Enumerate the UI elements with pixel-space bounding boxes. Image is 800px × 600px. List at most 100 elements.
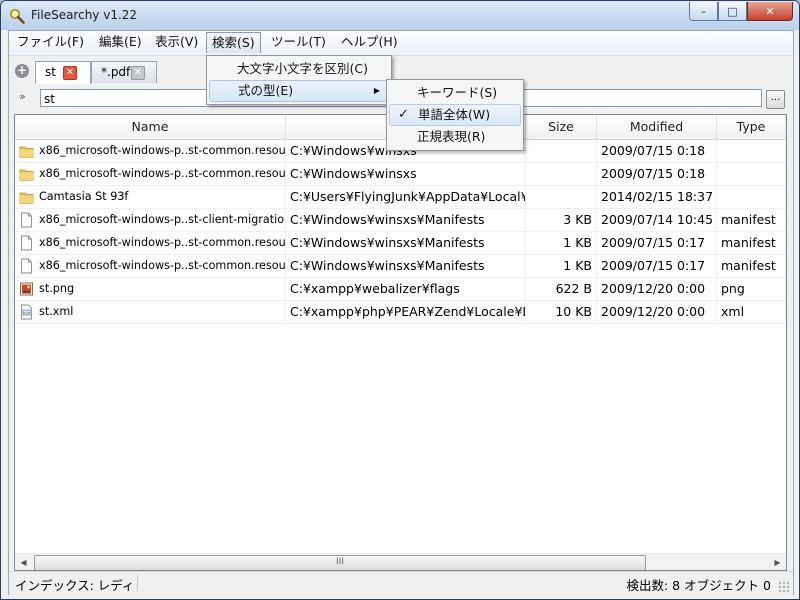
menu-search[interactable]: 検索(S) — [206, 32, 261, 53]
scroll-right-icon[interactable]: ▶ — [769, 554, 786, 570]
file-path-cell: C:¥Windows¥winsxs¥Manifests — [286, 255, 526, 277]
file-modified-cell: 2009/12/20 0:00 — [597, 278, 717, 300]
status-divider — [137, 575, 138, 591]
file-modified-cell: 2009/07/15 0:17 — [597, 232, 717, 254]
file-modified-cell: 2009/07/15 0:18 — [597, 140, 717, 162]
file-size-cell: 1 KB — [526, 255, 597, 277]
menu-item-label: 式の型(E) — [238, 83, 294, 98]
tab-label: st — [45, 65, 56, 79]
menu-file[interactable]: ファイル(F) — [12, 33, 89, 51]
file-type-cell: manifest — [717, 232, 786, 254]
file-path-cell: C:¥xampp¥php¥PEAR¥Zend¥Locale¥Data — [286, 301, 526, 323]
file-modified-cell: 2009/07/14 10:45 — [597, 209, 717, 231]
file-name: x86_microsoft-windows-p..st-client-migra… — [39, 213, 285, 226]
window-title: FileSearchy v1.22 — [31, 8, 138, 22]
minimize-button[interactable]: – — [689, 2, 718, 21]
column-header-type[interactable]: Type — [717, 115, 786, 139]
file-size-cell — [526, 186, 597, 208]
index-status: インデックス: レディ — [15, 578, 135, 593]
menu-bar: ファイル(F) 編集(E) 表示(V) 検索(S) ツール(T) ヘルプ(H) — [9, 31, 793, 56]
file-icon — [21, 235, 32, 251]
file-path-cell: C:¥xampp¥webalizer¥flags — [286, 278, 526, 300]
column-header-size[interactable]: Size — [526, 115, 597, 139]
magnifier-icon — [10, 9, 25, 24]
column-header-modified[interactable]: Modified — [597, 115, 717, 139]
tab-close-icon[interactable]: ✕ — [63, 66, 77, 80]
menu-item-expression-type[interactable]: 式の型(E) ▶ — [209, 80, 389, 102]
file-modified-cell: 2014/02/15 18:37 — [597, 186, 717, 208]
file-name: st.png — [39, 282, 75, 295]
folder-icon — [19, 146, 34, 158]
file-size-cell — [526, 140, 597, 162]
file-name: x86_microsoft-windows-p..st-common.resou… — [39, 167, 286, 180]
file-path-cell: C:¥Windows¥winsxs — [286, 163, 526, 185]
tab-close-icon[interactable]: ✕ — [131, 66, 145, 80]
minimize-icon: – — [700, 4, 707, 18]
tab-label: *.pdf — [101, 65, 131, 79]
menu-tools[interactable]: ツール(T) — [266, 33, 331, 51]
table-row[interactable]: x86_microsoft-windows-p..st-common.resou… — [15, 163, 786, 186]
table-row[interactable]: Camtasia St 93f C:¥Users¥FlyingJunk¥AppDa… — [15, 186, 786, 209]
menu-help[interactable]: ヘルプ(H) — [336, 33, 403, 51]
file-name-cell: Camtasia St 93f — [15, 186, 286, 208]
maximize-icon: □ — [727, 4, 738, 18]
table-row[interactable]: </> st.xml C:¥xampp¥php¥PEAR¥Zend¥Locale¥D… — [15, 301, 786, 324]
file-icon — [21, 258, 32, 274]
title-bar[interactable]: FileSearchy v1.22 – □ ✕ — [1, 1, 799, 30]
file-type-cell: manifest — [717, 255, 786, 277]
folder-icon — [19, 169, 34, 181]
add-tab-icon[interactable]: + — [15, 64, 29, 78]
file-modified-cell: 2009/12/20 0:00 — [597, 301, 717, 323]
menu-item-case-sensitive[interactable]: 大文字小文字を区別(C) — [207, 58, 391, 80]
file-name-cell: x86_microsoft-windows-p..st-common.resou… — [15, 232, 286, 254]
tab-st[interactable]: st ✕ — [35, 61, 91, 84]
results-list[interactable]: Name Size Modified Type x86_microsoft-wi… — [14, 114, 787, 571]
file-type-cell — [717, 163, 786, 185]
column-header-name[interactable]: Name — [15, 115, 286, 139]
result-count: 検出数: 8 オブジェクト 0 — [626, 578, 771, 593]
horizontal-scrollbar[interactable]: ◀ III ▶ — [15, 553, 786, 570]
table-row[interactable]: x86_microsoft-windows-p..st-common.resou… — [15, 255, 786, 278]
expand-options-icon[interactable]: » — [19, 90, 26, 103]
svg-text:</>: </> — [23, 311, 30, 315]
file-name: x86_microsoft-windows-p..st-common.resou… — [39, 144, 286, 157]
search-menu: 大文字小文字を区別(C) 式の型(E) ▶ — [206, 55, 392, 105]
file-path-cell: C:¥Windows¥winsxs¥Manifests — [286, 232, 526, 254]
file-name-cell: x86_microsoft-windows-p..st-common.resou… — [15, 140, 286, 162]
file-size-cell: 1 KB — [526, 232, 597, 254]
menu-view[interactable]: 表示(V) — [150, 33, 203, 51]
file-name-cell: x86_microsoft-windows-p..st-common.resou… — [15, 163, 286, 185]
scroll-thumb[interactable]: III — [34, 555, 646, 570]
scroll-left-icon[interactable]: ◀ — [15, 554, 32, 570]
image-file-icon — [20, 282, 33, 296]
table-row[interactable]: x86_microsoft-windows-p..st-client-migra… — [15, 209, 786, 232]
file-modified-cell: 2009/07/15 0:17 — [597, 255, 717, 277]
resize-grip-icon[interactable] — [778, 581, 790, 593]
check-icon: ✓ — [398, 107, 409, 122]
file-type-cell: manifest — [717, 209, 786, 231]
file-path-cell: C:¥Windows¥winsxs¥Manifests — [286, 209, 526, 231]
file-size-cell: 3 KB — [526, 209, 597, 231]
table-row[interactable]: x86_microsoft-windows-p..st-common.resou… — [15, 232, 786, 255]
close-button[interactable]: ✕ — [747, 2, 793, 21]
file-name-cell: </> st.xml — [15, 301, 286, 323]
file-name-cell: x86_microsoft-windows-p..st-common.resou… — [15, 255, 286, 277]
menu-item-regex[interactable]: 正規表現(R) — [387, 126, 523, 148]
menu-edit[interactable]: 編集(E) — [94, 33, 147, 51]
folder-icon — [19, 192, 34, 204]
browse-button[interactable]: ... — [766, 90, 785, 109]
caption-buttons: – □ ✕ — [689, 2, 793, 21]
file-size-cell — [526, 163, 597, 185]
tab-pdf[interactable]: *.pdf ✕ — [91, 61, 157, 83]
menu-item-label: 単語全体(W) — [418, 107, 491, 122]
menu-item-whole-word[interactable]: ✓ 単語全体(W) — [389, 104, 521, 126]
file-path-cell: C:¥Users¥FlyingJunk¥AppData¥Local¥Temp — [286, 186, 526, 208]
table-row[interactable]: st.png C:¥xampp¥webalizer¥flags 622 B 2009/… — [15, 278, 786, 301]
result-rows: x86_microsoft-windows-p..st-common.resou… — [15, 140, 786, 324]
expression-type-submenu: キーワード(S) ✓ 単語全体(W) 正規表現(R) — [386, 79, 524, 151]
menu-item-keyword[interactable]: キーワード(S) — [387, 82, 523, 104]
file-size-cell: 10 KB — [526, 301, 597, 323]
file-name: x86_microsoft-windows-p..st-common.resou… — [39, 236, 286, 249]
file-type-cell: xml — [717, 301, 786, 323]
maximize-button[interactable]: □ — [718, 2, 747, 21]
